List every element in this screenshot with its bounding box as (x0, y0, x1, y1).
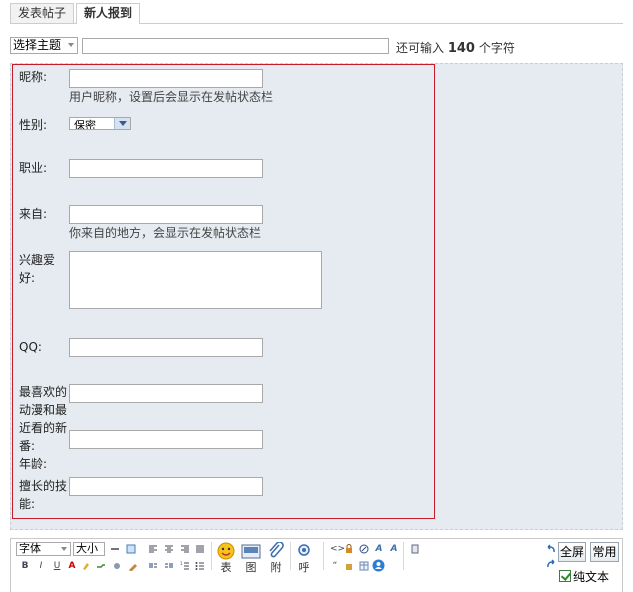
attachment-icon[interactable] (266, 541, 286, 560)
subject-row: 选择主题 还可输入 140 个字符 (10, 37, 530, 56)
char-remaining: 还可输入 140 个字符 (396, 39, 515, 56)
font-family-select-value: 字体 (19, 542, 41, 555)
bold-icon[interactable]: B (20, 561, 30, 571)
job-label: 职业: (19, 161, 48, 175)
horizontal-rule-icon[interactable] (110, 544, 120, 554)
font-family-select[interactable]: 字体 (16, 542, 71, 556)
subject-title-input[interactable] (82, 38, 389, 54)
attachment-label: 附 (270, 561, 282, 574)
remain-count: 140 (447, 41, 475, 56)
anime-label-line3: 近看的新 (19, 421, 68, 435)
nickname-hint: 用户昵称，设置后会显示在发帖状态栏 (69, 90, 274, 104)
font-color-icon[interactable]: A (67, 561, 77, 571)
plaintext-toggle[interactable]: 纯文本 (559, 568, 609, 584)
code-icon[interactable]: <> (330, 544, 345, 554)
chevron-down-icon (68, 43, 74, 47)
anime-input[interactable] (69, 384, 263, 403)
nickname-input[interactable] (69, 69, 263, 88)
skill-label-line1: 擅长的技 (19, 479, 68, 493)
font-style-a-alt-icon[interactable]: A (389, 544, 399, 554)
redo-icon[interactable] (546, 559, 556, 569)
hide-content-icon[interactable] (344, 561, 354, 571)
underline-icon[interactable]: U (52, 561, 62, 571)
toolbar-separator (290, 542, 291, 570)
image-label: 图 (245, 561, 257, 574)
font-style-a-icon[interactable]: A (374, 544, 384, 554)
background-color-icon[interactable] (126, 544, 136, 554)
unlink-icon[interactable] (112, 561, 122, 571)
emoji-icon[interactable] (216, 542, 236, 560)
remain-prefix: 还可输入 (396, 41, 445, 55)
float-right-icon[interactable] (164, 561, 174, 571)
toolbar-separator (403, 542, 404, 570)
toolbar-separator (323, 542, 324, 570)
table-icon[interactable] (359, 561, 369, 571)
tab-new-post[interactable]: 发表帖子 (10, 3, 75, 23)
topic-select-value: 选择主题 (13, 38, 62, 52)
age-input[interactable] (69, 430, 263, 449)
plaintext-checkbox[interactable] (559, 570, 571, 582)
hobby-label-line2: 好: (19, 271, 36, 285)
gender-select-value: 保密 (74, 119, 96, 130)
user-icon[interactable] (372, 559, 385, 572)
gender-label: 性别: (19, 118, 48, 132)
align-left-icon[interactable] (148, 544, 158, 554)
link-icon[interactable] (96, 561, 106, 571)
gender-select[interactable]: 保密 (69, 117, 131, 130)
italic-icon[interactable]: I (36, 561, 46, 571)
mention-icon[interactable] (294, 542, 314, 560)
ordered-list-icon[interactable]: 1 (180, 561, 190, 571)
image-icon[interactable] (241, 542, 261, 560)
font-size-select[interactable]: 大小 (73, 542, 105, 556)
job-input[interactable] (69, 159, 263, 178)
emoji-label: 表 (220, 561, 232, 574)
age-label: 年龄: (19, 457, 48, 471)
quote-icon[interactable]: “ (330, 561, 340, 571)
chevron-down-icon (114, 118, 130, 129)
from-input[interactable] (69, 205, 263, 224)
svg-text:1: 1 (180, 561, 183, 566)
qq-input[interactable] (69, 338, 263, 357)
page-break-icon[interactable] (410, 544, 420, 554)
skill-label-line2: 能: (19, 497, 36, 511)
chevron-down-icon (61, 547, 67, 551)
qq-label: QQ: (19, 340, 42, 354)
mention-label: 呼 (298, 561, 310, 574)
remain-suffix: 个字符 (478, 41, 515, 55)
anime-label-line4: 番: (19, 439, 36, 453)
flash-icon[interactable] (359, 544, 369, 554)
align-justify-icon[interactable] (195, 544, 205, 554)
lock-icon[interactable] (344, 544, 354, 554)
fullscreen-button[interactable]: 全屏 (558, 542, 586, 562)
anime-label-line1: 最喜欢的 (19, 385, 68, 399)
common-button[interactable]: 常用 (590, 542, 619, 562)
tab-newcomer-report[interactable]: 新人报到 (76, 3, 141, 24)
hobby-textarea[interactable] (69, 251, 322, 309)
anime-label-line2: 动漫和最 (19, 403, 68, 417)
nickname-label: 昵称: (19, 70, 48, 84)
font-size-select-value: 大小 (76, 542, 98, 555)
unordered-list-icon[interactable] (195, 561, 205, 571)
highlight-icon[interactable] (81, 561, 91, 571)
undo-icon[interactable] (546, 544, 556, 554)
topic-select[interactable]: 选择主题 (10, 37, 78, 54)
post-tabs: 发表帖子 新人报到 (10, 3, 142, 24)
hobby-label-line1: 兴趣爱 (19, 253, 56, 267)
from-label: 来自: (19, 207, 48, 221)
align-right-icon[interactable] (180, 544, 190, 554)
float-left-icon[interactable] (148, 561, 158, 571)
from-hint: 你来自的地方，会显示在发帖状态栏 (69, 226, 262, 240)
clear-format-icon[interactable] (128, 561, 138, 572)
toolbar-separator (211, 542, 212, 570)
align-center-icon[interactable] (164, 544, 174, 554)
skill-input[interactable] (69, 477, 263, 496)
plaintext-label: 纯文本 (573, 569, 610, 584)
